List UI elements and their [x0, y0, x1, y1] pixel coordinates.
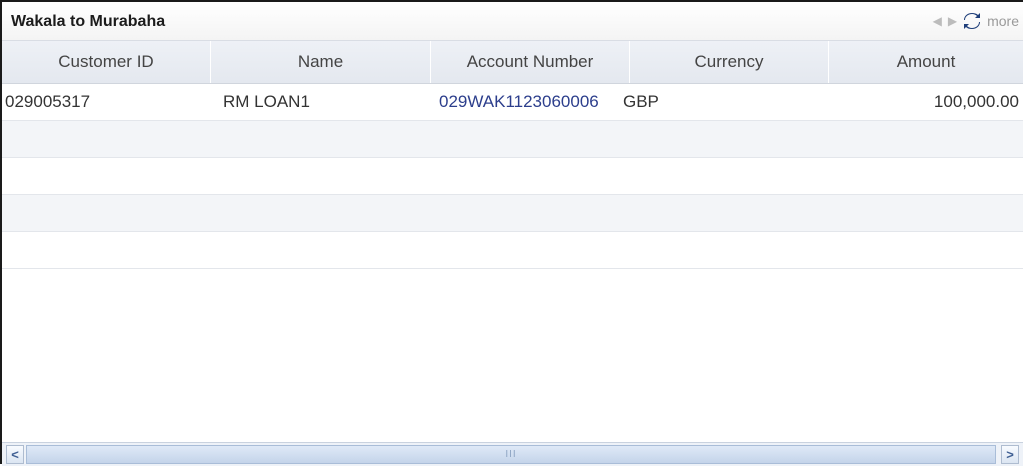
panel-titlebar: Wakala to Murabaha ◀ ▶ more: [2, 2, 1023, 40]
scroll-right-button[interactable]: >: [1001, 445, 1019, 464]
table-row-empty: [2, 121, 1023, 158]
table-row[interactable]: 029005317 RM LOAN1 029WAK1123060006 GBP …: [2, 84, 1023, 121]
refresh-icon[interactable]: [963, 13, 981, 29]
right-arrow-icon[interactable]: ▶: [948, 14, 957, 28]
panel-title: Wakala to Murabaha: [11, 13, 166, 30]
cell-amount: 100,000.00: [933, 92, 1019, 111]
table-header: Customer ID Name Account Number Currency…: [2, 40, 1023, 84]
cell-currency: GBP: [623, 92, 659, 111]
column-header-amount[interactable]: Amount: [829, 41, 1023, 83]
scrollbar-thumb[interactable]: III: [26, 445, 996, 464]
column-header-name[interactable]: Name: [211, 41, 431, 83]
scrollbar-grip: III: [505, 449, 517, 460]
wakala-to-murabaha-panel: Wakala to Murabaha ◀ ▶ more Customer ID …: [0, 0, 1023, 466]
left-arrow-icon[interactable]: ◀: [933, 14, 942, 28]
cell-account-number-link[interactable]: 029WAK1123060006: [431, 92, 621, 112]
table-row-empty: [2, 232, 1023, 269]
table-body: 029005317 RM LOAN1 029WAK1123060006 GBP …: [2, 84, 1023, 269]
panel-tools: ◀ ▶ more: [933, 13, 1019, 29]
column-header-account-number[interactable]: Account Number: [431, 41, 630, 83]
column-header-customer-id[interactable]: Customer ID: [2, 41, 211, 83]
cell-customer-id: 029005317: [5, 92, 91, 111]
more-link[interactable]: more: [987, 13, 1019, 29]
horizontal-scrollbar[interactable]: < III >: [2, 442, 1023, 466]
scroll-left-button[interactable]: <: [6, 445, 24, 464]
cell-name: RM LOAN1: [223, 92, 310, 111]
column-header-currency[interactable]: Currency: [630, 41, 829, 83]
table-row-empty: [2, 158, 1023, 195]
table-row-empty: [2, 195, 1023, 232]
